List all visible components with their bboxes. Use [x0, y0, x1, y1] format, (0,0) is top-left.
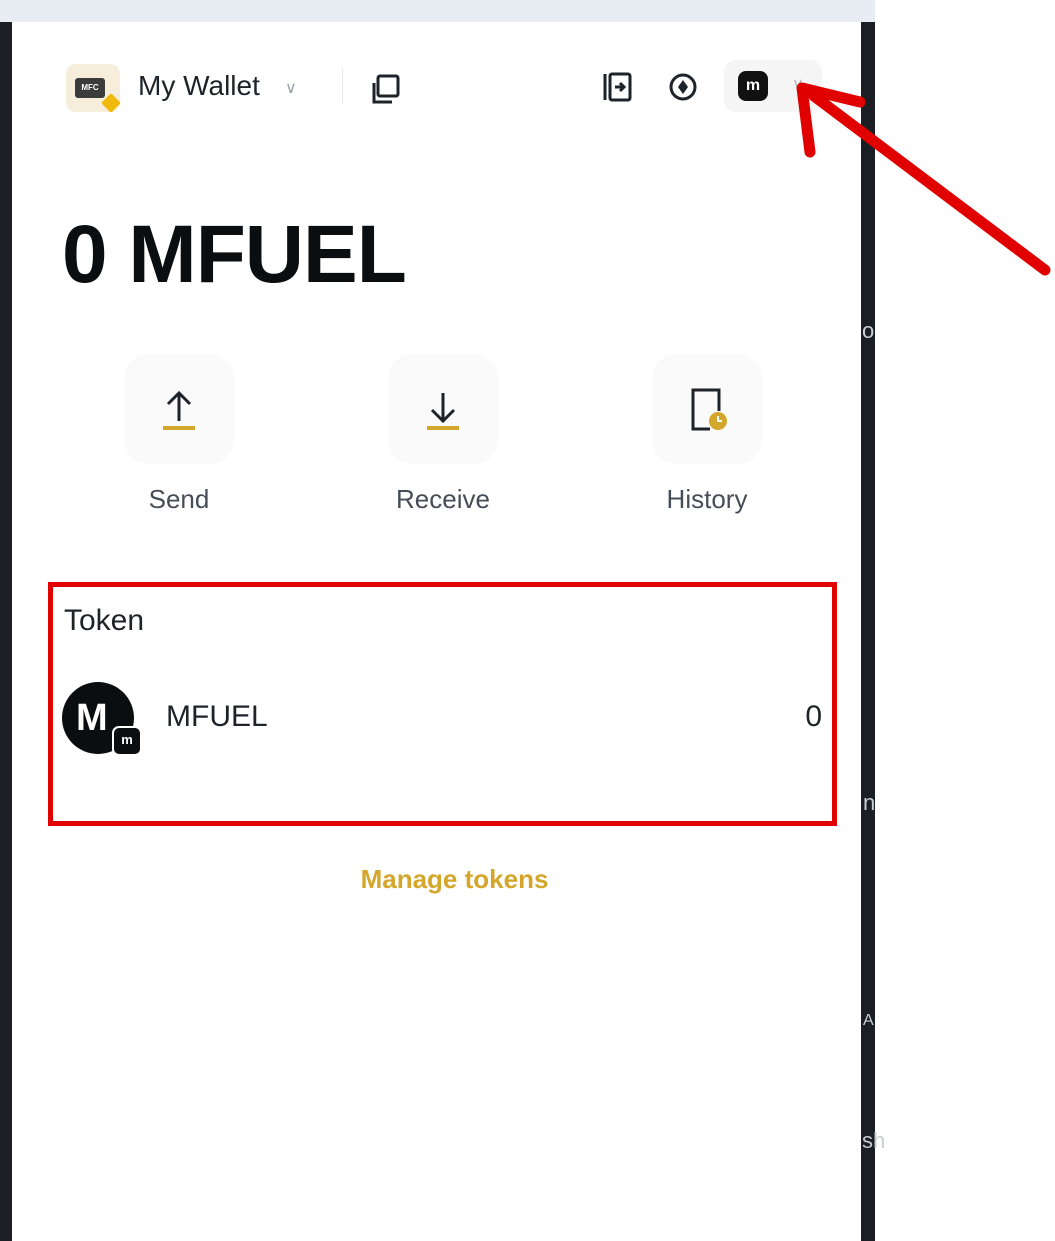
browser-top-strip — [0, 0, 875, 23]
send-button[interactable]: Send — [124, 354, 234, 515]
send-label: Send — [148, 484, 210, 514]
background-text-fragment: n — [863, 790, 876, 815]
background-text-fragment: A — [863, 1012, 874, 1029]
chevron-down-icon[interactable]: ∨ — [285, 78, 297, 98]
arrow-down-icon — [427, 393, 459, 430]
header-divider — [342, 68, 343, 104]
arrow-up-icon — [163, 390, 195, 430]
history-tile[interactable] — [652, 354, 762, 464]
receive-label: Receive — [396, 484, 490, 514]
send-tile[interactable] — [124, 354, 234, 464]
wallet-card-icon: MFC — [75, 78, 105, 98]
background-page-left-edge — [0, 22, 12, 1241]
annotation-arrow — [796, 82, 1051, 276]
history-label: History — [666, 484, 748, 514]
history-button[interactable]: History — [652, 354, 762, 515]
wallet-header: MFC My Wallet ∨ m ∨ — [12, 22, 861, 152]
copy-icon[interactable] — [368, 72, 402, 106]
background-text-fragment: o — [862, 318, 875, 343]
balance-display: 0 MFUEL — [62, 209, 407, 300]
wallet-name[interactable]: My Wallet — [138, 70, 260, 102]
history-icon — [691, 388, 727, 431]
wallet-logo-icon[interactable]: MFC — [66, 64, 121, 113]
annotation-highlight-box — [48, 582, 837, 826]
receive-tile[interactable] — [388, 354, 498, 464]
explore-icon[interactable] — [667, 70, 699, 104]
account-avatar-icon: m — [738, 71, 768, 101]
manage-tokens-link[interactable]: Manage tokens — [12, 864, 897, 895]
background-text-fragment: sh — [862, 1128, 886, 1153]
open-sidepanel-icon[interactable] — [602, 70, 634, 104]
receive-button[interactable]: Receive — [388, 354, 498, 515]
